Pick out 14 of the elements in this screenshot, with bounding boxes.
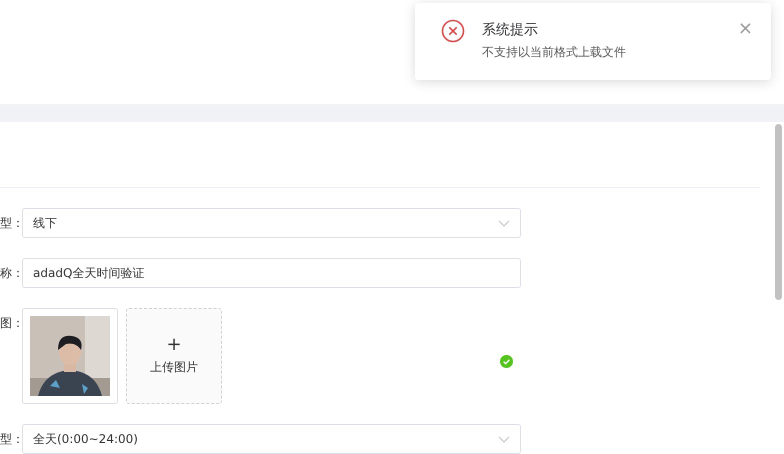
scrollbar-thumb[interactable] — [774, 124, 782, 300]
toast-title: 系统提示 — [482, 21, 538, 40]
error-icon — [441, 19, 465, 43]
field-label: 图： — [0, 315, 22, 332]
upload-button[interactable]: + 上传图片 — [126, 308, 222, 404]
field-label: 称： — [0, 265, 22, 282]
field-label: 型： — [0, 215, 22, 232]
select-field[interactable]: 全天(0:00~24:00) — [22, 424, 521, 454]
select-field[interactable]: 线下 — [22, 208, 521, 238]
chevron-down-icon — [498, 220, 510, 228]
field-label: 型： — [0, 431, 22, 448]
input-field[interactable]: adadQ全天时间验证 — [22, 258, 521, 288]
toast-message: 不支持以当前格式上载文件 — [482, 44, 626, 61]
chevron-down-icon — [498, 436, 510, 444]
